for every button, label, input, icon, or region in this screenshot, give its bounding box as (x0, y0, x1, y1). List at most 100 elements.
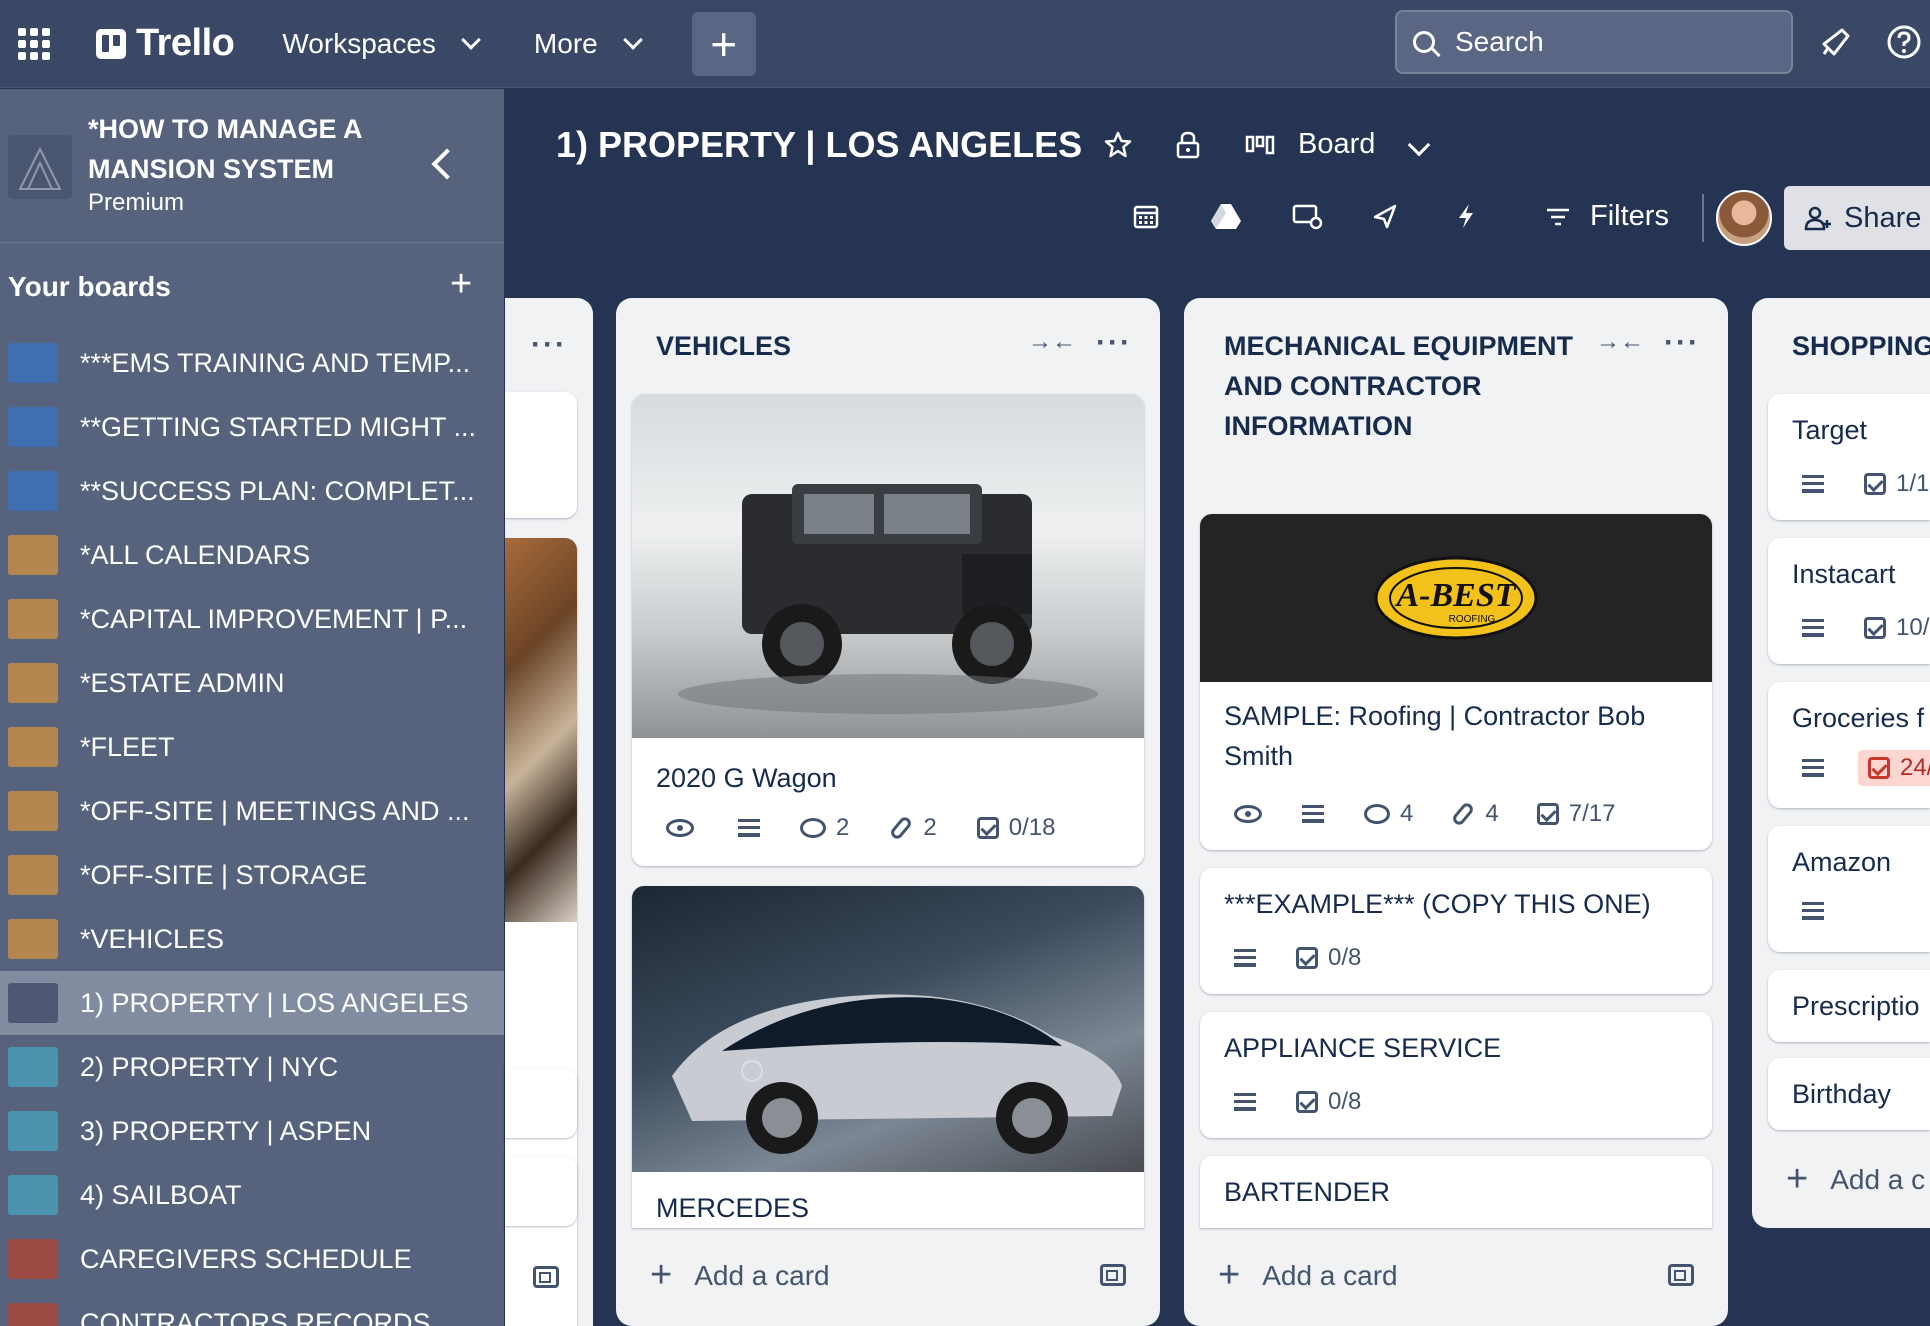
sidebar-board-item[interactable]: *OFF-SITE | STORAGE (0, 843, 504, 907)
app-switcher-icon[interactable] (18, 27, 50, 60)
board-item-label: *CAPITAL IMPROVEMENT | P... (80, 603, 468, 634)
member-avatar[interactable] (1716, 190, 1772, 246)
list-title[interactable]: SHOPPING (1792, 326, 1930, 366)
card-badges: 0/8 (1234, 1088, 1361, 1116)
card-mercedes[interactable]: MERCEDES (632, 886, 1144, 1228)
add-card-button[interactable]: + Add a card (1218, 1254, 1398, 1297)
sidebar-board-item[interactable]: *VEHICLES (0, 907, 504, 971)
card-cover-image: A-BEST ROOFING (1200, 514, 1712, 682)
search-box[interactable] (1395, 10, 1793, 74)
create-from-template-icon[interactable] (533, 1266, 559, 1288)
checklist-icon (1868, 757, 1890, 779)
sidebar-board-item[interactable]: CAREGIVERS SCHEDULE (0, 1227, 504, 1291)
card-partial[interactable] (505, 1156, 577, 1226)
collapse-list-icon[interactable]: →← (1596, 328, 1644, 356)
description-icon (1302, 805, 1324, 823)
create-from-template-icon[interactable] (1668, 1264, 1694, 1286)
notifications-megaphone-icon[interactable] (1816, 22, 1856, 62)
card-title: MERCEDES (656, 1193, 810, 1223)
list-menu-icon[interactable]: ··· (531, 328, 567, 362)
description-icon (1802, 619, 1824, 637)
sidebar-board-item[interactable]: **GETTING STARTED MIGHT ... (0, 395, 504, 459)
sidebar-board-item[interactable]: *ALL CALENDARS (0, 523, 504, 587)
sidebar-board-item[interactable]: 1) PROPERTY | LOS ANGELES (0, 971, 504, 1035)
card-groceries[interactable]: Groceries f 24/ (1768, 682, 1930, 808)
sidebar-board-item[interactable]: *OFF-SITE | MEETINGS AND ... (0, 779, 504, 843)
list-menu-icon[interactable]: ··· (1096, 326, 1132, 360)
card-title: SAMPLE: Roofing | Contractor Bob Smith (1224, 701, 1646, 771)
sidebar-board-item[interactable]: CONTRACTORS RECORDS (0, 1291, 504, 1326)
create-from-template-icon[interactable] (1100, 1264, 1126, 1286)
card-partial[interactable] (505, 392, 577, 518)
star-icon[interactable] (1100, 127, 1136, 163)
checklist-icon (1864, 473, 1886, 495)
list-title[interactable]: MECHANICAL EQUIPMENT AND CONTRACTOR INFO… (1224, 326, 1584, 446)
card-target[interactable]: Target 1/17 (1768, 394, 1930, 520)
description-icon (1802, 475, 1824, 493)
board-item-label: CAREGIVERS SCHEDULE (80, 1243, 412, 1274)
board-color-swatch (8, 1175, 58, 1215)
checklist-icon (1536, 803, 1559, 825)
filters-button[interactable]: Filters (1544, 200, 1669, 233)
view-switcher[interactable]: Board (1298, 128, 1431, 161)
sidebar-board-item[interactable]: 4) SAILBOAT (0, 1163, 504, 1227)
card-repeater-icon[interactable] (1290, 198, 1326, 234)
calendar-icon[interactable] (1128, 198, 1164, 234)
sidebar-board-item[interactable]: ***EMS TRAINING AND TEMP... (0, 331, 504, 395)
share-button[interactable]: Share (1784, 186, 1930, 250)
description-icon (1234, 949, 1256, 967)
workspaces-menu[interactable]: Workspaces (282, 28, 481, 60)
checklist-count: 0/8 (1328, 1088, 1362, 1115)
board-color-swatch (8, 1239, 58, 1279)
card-birthday[interactable]: Birthday (1768, 1058, 1930, 1130)
checklist-icon (1864, 617, 1886, 639)
sidebar-board-item[interactable]: *CAPITAL IMPROVEMENT | P... (0, 587, 504, 651)
workspace-avatar[interactable] (8, 135, 72, 199)
create-button[interactable]: + (691, 11, 756, 76)
add-card-button[interactable]: + Add a card (650, 1254, 830, 1297)
add-board-button[interactable]: + (450, 265, 472, 303)
more-menu[interactable]: More (534, 28, 643, 60)
card-cover-image (632, 886, 1144, 1172)
list-title[interactable]: VEHICLES (656, 326, 791, 366)
board-item-label: ***EMS TRAINING AND TEMP... (80, 347, 471, 378)
card-example-copy[interactable]: ***EXAMPLE*** (COPY THIS ONE) 0/8 (1200, 868, 1712, 994)
sidebar-board-item[interactable]: **SUCCESS PLAN: COMPLET... (0, 459, 504, 523)
board-color-swatch (8, 535, 58, 575)
power-up-megaphone-icon[interactable] (1368, 198, 1404, 234)
sidebar-board-item[interactable]: 2) PROPERTY | NYC (0, 1035, 504, 1099)
card-appliance-service[interactable]: APPLIANCE SERVICE 0/8 (1200, 1012, 1712, 1138)
description-icon (738, 819, 760, 837)
automation-lightning-icon[interactable] (1448, 198, 1484, 234)
plus-icon: + (650, 1254, 673, 1296)
card-sample-roofing[interactable]: A-BEST ROOFING SAMPLE: Roofing | Contrac… (1200, 514, 1712, 850)
search-icon (1413, 31, 1435, 53)
google-drive-icon[interactable] (1208, 198, 1244, 234)
attachment-count: 2 (923, 814, 937, 841)
collapse-list-icon[interactable]: →← (1028, 328, 1076, 356)
add-card-button[interactable]: + Add a c (1786, 1158, 1925, 1201)
sidebar-board-item[interactable]: 3) PROPERTY | ASPEN (0, 1099, 504, 1163)
card-2020-g-wagon[interactable]: 2020 G Wagon 2 2 0/18 (632, 394, 1144, 866)
collapse-sidebar-icon[interactable] (431, 148, 463, 180)
search-input[interactable] (1455, 26, 1755, 58)
card-prescriptions[interactable]: Prescriptio (1768, 970, 1930, 1042)
board-title[interactable]: 1) PROPERTY | LOS ANGELES (556, 124, 1082, 166)
filters-label: Filters (1590, 200, 1669, 232)
trello-logo[interactable]: Trello (96, 22, 235, 65)
filter-icon (1547, 208, 1569, 225)
card-partial[interactable] (505, 1068, 577, 1138)
card-instacart[interactable]: Instacart 10/ (1768, 538, 1930, 664)
card-badges (1802, 902, 1824, 920)
card-bartender[interactable]: BARTENDER (1200, 1156, 1712, 1228)
workspace-name[interactable]: *HOW TO MANAGE A MANSION SYSTEM (88, 109, 388, 189)
list-menu-icon[interactable]: ··· (1664, 326, 1700, 360)
card-amazon[interactable]: Amazon (1768, 826, 1930, 952)
lock-icon[interactable] (1170, 127, 1206, 163)
help-icon[interactable] (1884, 22, 1924, 62)
sidebar-board-item[interactable]: *ESTATE ADMIN (0, 651, 504, 715)
sidebar-board-item[interactable]: *FLEET (0, 715, 504, 779)
board-color-swatch (8, 599, 58, 639)
board-view-icon[interactable] (1242, 127, 1278, 163)
checklist-icon (1296, 947, 1318, 969)
